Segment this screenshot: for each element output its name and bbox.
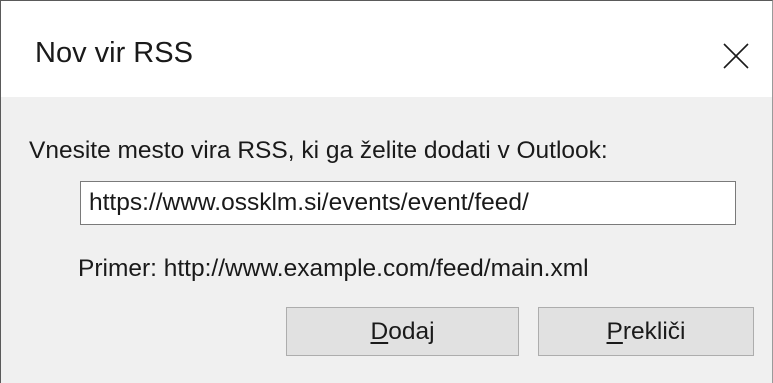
close-button[interactable] [700,25,772,87]
dialog-content: Vnesite mesto vira RSS, ki ga želite dod… [1,97,772,383]
cancel-button-label: rekliči [622,317,686,345]
dialog-title: Nov vir RSS [35,37,193,69]
add-button[interactable]: Dodaj [286,307,519,356]
add-button-label: odaj [388,317,435,345]
title-bar: Nov vir RSS [1,1,772,97]
rss-url-input[interactable] [80,181,736,225]
cancel-button[interactable]: Prekliči [538,307,754,356]
prompt-label: Vnesite mesto vira RSS, ki ga želite dod… [29,137,608,164]
new-rss-feed-dialog: Nov vir RSS Vnesite mesto vira RSS, ki g… [0,0,773,383]
cancel-button-accel: P [606,317,623,345]
close-icon [723,43,749,69]
example-text: Primer: http://www.example.com/feed/main… [78,255,589,282]
add-button-accel: D [370,317,389,345]
